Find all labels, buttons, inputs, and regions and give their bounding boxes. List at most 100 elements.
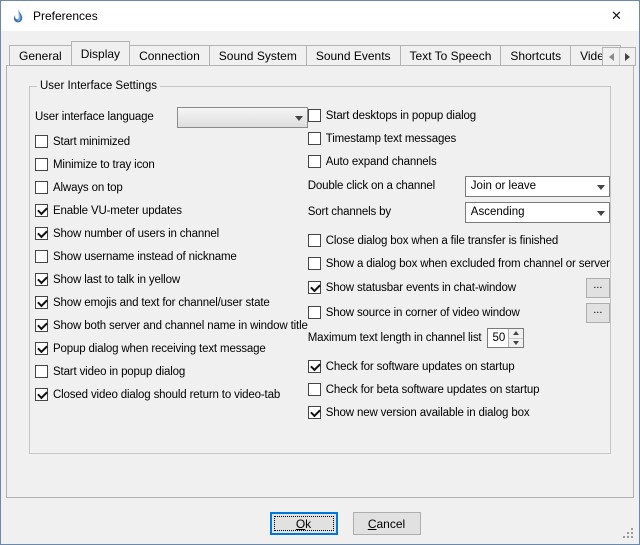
checkbox-icon xyxy=(35,227,48,240)
checkbox-label: Start video in popup dialog xyxy=(53,366,185,378)
group-title: User Interface Settings xyxy=(37,80,160,92)
checkbox-row[interactable]: Start desktops in popup dialog xyxy=(308,104,610,127)
checkbox-row[interactable]: Start video in popup dialog xyxy=(35,360,308,383)
tab-label: Text To Speech xyxy=(410,49,492,63)
dropdown-arrow-icon xyxy=(597,185,605,190)
tab[interactable]: Sound System xyxy=(209,45,307,65)
checkbox-label: Check for beta software updates on start… xyxy=(326,384,540,396)
checkbox-icon xyxy=(35,388,48,401)
checkbox-label: Close dialog box when a file transfer is… xyxy=(326,235,558,247)
checkbox-icon xyxy=(35,365,48,378)
close-button[interactable]: ✕ xyxy=(594,2,639,31)
checkbox-row[interactable]: Close dialog box when a file transfer is… xyxy=(308,229,610,252)
tab[interactable]: Sound Events xyxy=(306,45,401,65)
checkbox-label: Show a dialog box when excluded from cha… xyxy=(326,258,610,270)
checkbox-label: Always on top xyxy=(53,182,123,194)
spinner-up-icon[interactable] xyxy=(509,329,523,338)
checkbox-label: Show username instead of nickname xyxy=(53,251,237,263)
checkbox-row[interactable]: Show last to talk in yellow xyxy=(35,268,308,291)
user-interface-settings-group: User Interface Settings User interface l… xyxy=(29,80,611,454)
double-click-row: Double click on a channel Join or leave xyxy=(308,173,610,199)
max-text-length-spinner[interactable]: 50 xyxy=(487,328,524,348)
resize-grip[interactable] xyxy=(623,528,635,540)
checkbox-label: Show emojis and text for channel/user st… xyxy=(53,297,270,309)
tab-label: Display xyxy=(81,47,120,61)
checkbox-row[interactable]: Start minimized xyxy=(35,130,308,153)
max-text-length-label: Maximum text length in channel list xyxy=(308,332,482,344)
checkbox-row[interactable]: Show a dialog box when excluded from cha… xyxy=(308,252,610,275)
settings-columns: User interface language Start minimized … xyxy=(30,104,610,424)
checkbox-icon xyxy=(308,132,321,145)
left-column: User interface language Start minimized … xyxy=(30,104,308,424)
checkbox-icon xyxy=(308,234,321,247)
language-label: User interface language xyxy=(35,111,154,123)
tab-label: Sound Events xyxy=(316,49,391,63)
title-bar: Preferences ✕ xyxy=(1,1,639,31)
ok-button[interactable]: Ok xyxy=(270,512,338,535)
checkbox-label: Show statusbar events in chat-window xyxy=(326,282,516,294)
checkbox-icon xyxy=(35,342,48,355)
checkbox-icon xyxy=(35,296,48,309)
sort-channels-label: Sort channels by xyxy=(308,206,391,218)
tab[interactable]: Display xyxy=(71,41,130,65)
checkbox-icon xyxy=(35,319,48,332)
max-text-length-row: Maximum text length in channel list 50 xyxy=(308,325,610,351)
tab[interactable]: Text To Speech xyxy=(400,45,502,65)
video-source-row[interactable]: Show source in corner of video window ..… xyxy=(308,300,610,325)
statusbar-events-config-button[interactable]: ... xyxy=(586,278,610,298)
spinner-down-icon[interactable] xyxy=(509,338,523,348)
tab-scroll-right-icon[interactable] xyxy=(619,48,635,65)
tab[interactable]: Shortcuts xyxy=(500,45,571,65)
checkbox-icon xyxy=(35,158,48,171)
checkbox-row[interactable]: Minimize to tray icon xyxy=(35,153,308,176)
checkbox-icon xyxy=(308,383,321,396)
double-click-value: Join or leave xyxy=(471,180,536,192)
checkbox-icon xyxy=(308,109,321,122)
preferences-dialog: Preferences ✕ General Display Connection… xyxy=(0,0,640,545)
checkbox-row[interactable]: Show username instead of nickname xyxy=(35,245,308,268)
checkbox-icon xyxy=(308,406,321,419)
tab[interactable]: Connection xyxy=(129,45,210,65)
language-combobox[interactable] xyxy=(177,107,308,128)
checkbox-row[interactable]: Enable VU-meter updates xyxy=(35,199,308,222)
right-bottom-checkbox-list: Check for software updates on startup Ch… xyxy=(308,355,610,424)
tab-scroller xyxy=(602,47,636,66)
checkbox-row[interactable]: Always on top xyxy=(35,176,308,199)
sort-channels-combobox[interactable]: Ascending xyxy=(465,202,610,223)
checkbox-label: Check for software updates on startup xyxy=(326,361,515,373)
sort-channels-value: Ascending xyxy=(471,206,525,218)
tab[interactable]: General xyxy=(9,45,72,65)
checkbox-icon xyxy=(35,204,48,217)
double-click-combobox[interactable]: Join or leave xyxy=(465,176,610,197)
checkbox-label: Auto expand channels xyxy=(326,156,437,168)
checkbox-icon xyxy=(308,155,321,168)
tab-scroll-left-icon[interactable] xyxy=(603,48,619,65)
checkbox-icon xyxy=(35,250,48,263)
cancel-button[interactable]: Cancel xyxy=(353,512,421,535)
checkbox-row[interactable]: Check for software updates on startup xyxy=(308,355,610,378)
tab-page-display: User Interface Settings User interface l… xyxy=(6,65,634,498)
sort-channels-row: Sort channels by Ascending xyxy=(308,199,610,225)
checkbox-icon xyxy=(308,360,321,373)
checkbox-icon xyxy=(35,181,48,194)
checkbox-row[interactable]: Timestamp text messages xyxy=(308,127,610,150)
checkbox-row[interactable]: Show number of users in channel xyxy=(35,222,308,245)
checkbox-icon xyxy=(35,273,48,286)
checkbox-row[interactable]: Auto expand channels xyxy=(308,150,610,173)
checkbox-row[interactable]: Popup dialog when receiving text message xyxy=(35,337,308,360)
video-source-config-button[interactable]: ... xyxy=(586,303,610,323)
checkbox-row[interactable]: Show new version available in dialog box xyxy=(308,401,610,424)
spinner-buttons xyxy=(508,329,523,347)
checkbox-row[interactable]: Show both server and channel name in win… xyxy=(35,314,308,337)
checkbox-row[interactable]: Check for beta software updates on start… xyxy=(308,378,610,401)
checkbox-row[interactable]: Show emojis and text for channel/user st… xyxy=(35,291,308,314)
checkbox-icon xyxy=(308,257,321,270)
checkbox-icon xyxy=(35,135,48,148)
checkbox-label: Show both server and channel name in win… xyxy=(53,320,308,332)
checkbox-label: Start desktops in popup dialog xyxy=(326,110,476,122)
statusbar-events-row[interactable]: Show statusbar events in chat-window ... xyxy=(308,275,610,300)
checkbox-icon xyxy=(308,306,321,319)
double-click-label: Double click on a channel xyxy=(308,180,435,192)
checkbox-label: Start minimized xyxy=(53,136,130,148)
checkbox-row[interactable]: Closed video dialog should return to vid… xyxy=(35,383,308,406)
